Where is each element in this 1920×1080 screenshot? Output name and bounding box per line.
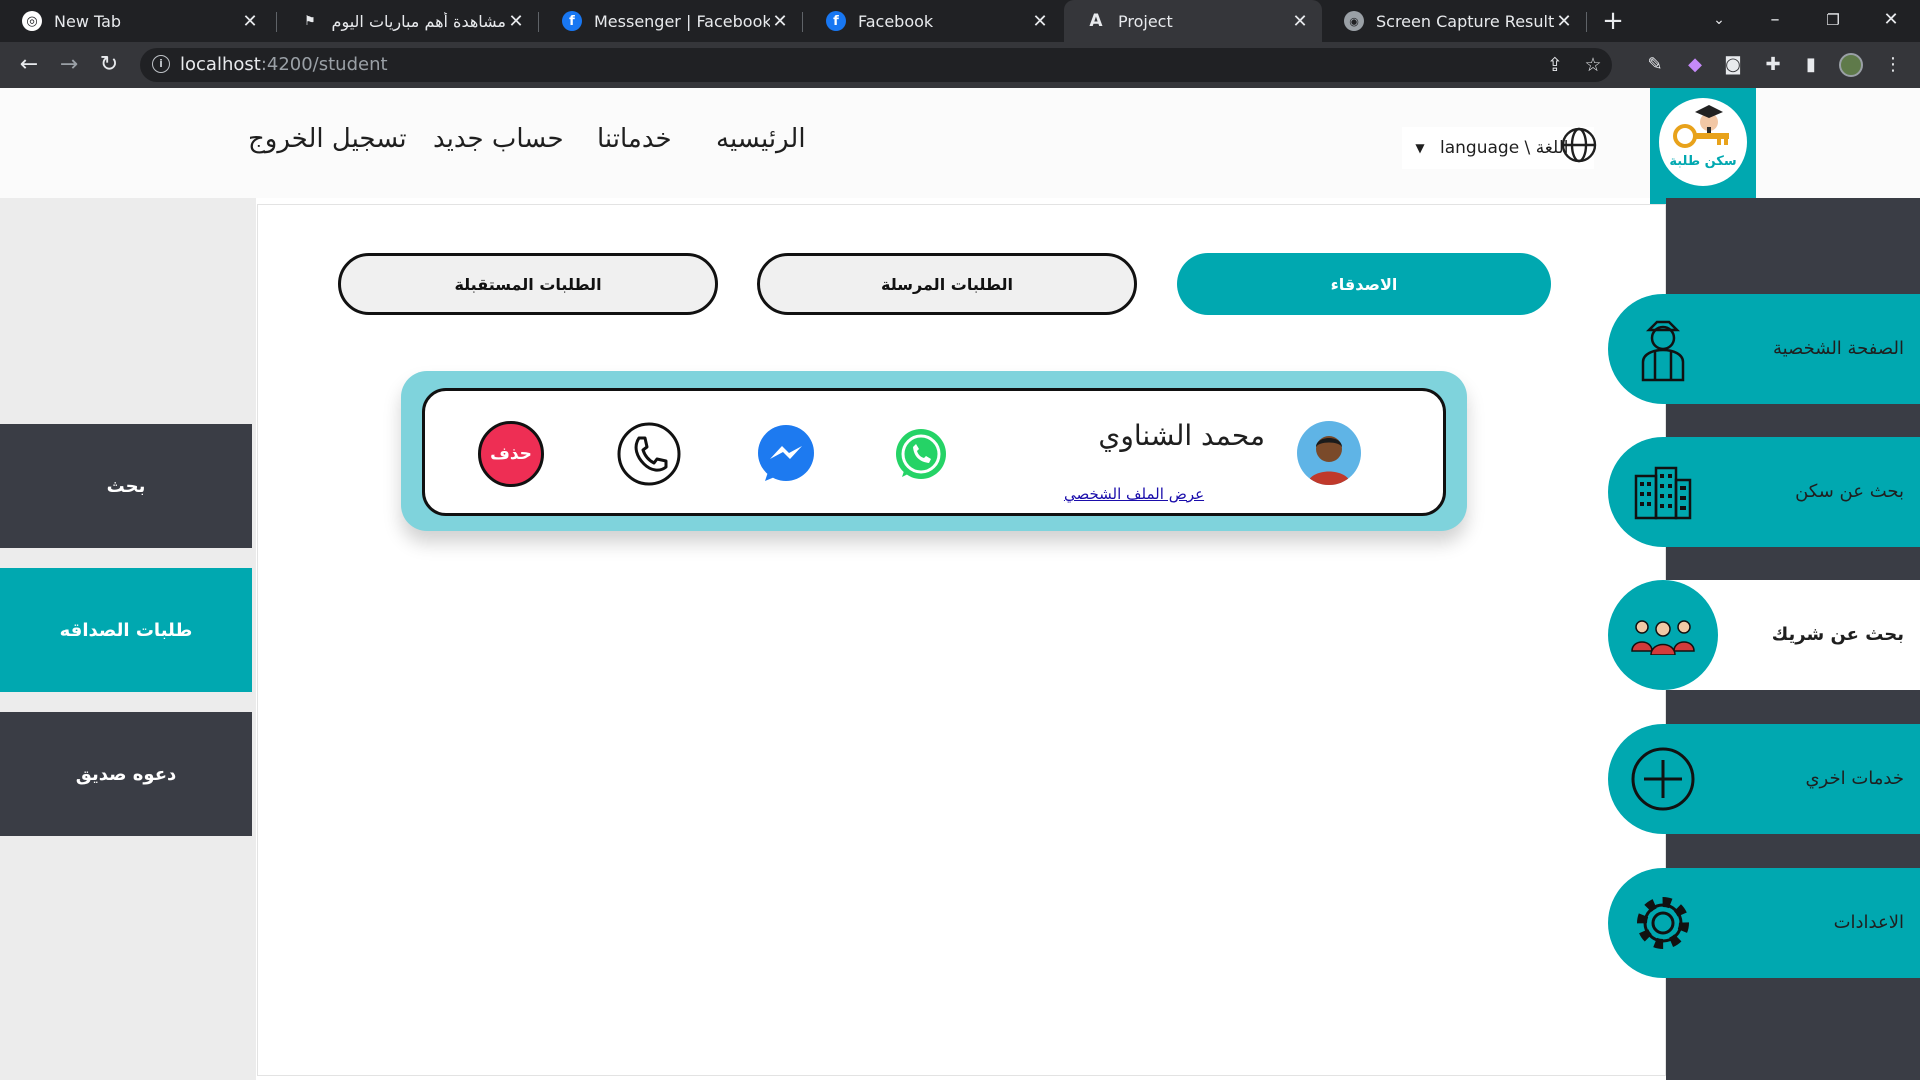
restore-icon[interactable]: ❐ xyxy=(1804,0,1862,40)
messenger-icon[interactable] xyxy=(753,421,819,487)
camera-extension-icon[interactable]: ◙ xyxy=(1718,50,1748,80)
tab-project[interactable]: A Project ✕ xyxy=(1064,0,1322,42)
angular-icon: A xyxy=(1089,11,1103,31)
close-icon[interactable]: ✕ xyxy=(1290,11,1310,32)
plus-circle-icon xyxy=(1631,747,1695,811)
facebook-icon: f xyxy=(562,11,582,31)
nav-home-link[interactable]: الرئيسيه xyxy=(716,124,806,154)
close-icon[interactable]: ✕ xyxy=(240,11,260,32)
forward-icon[interactable]: → xyxy=(54,50,84,80)
close-icon[interactable]: ✕ xyxy=(770,11,790,32)
user-avatar-icon xyxy=(1297,421,1361,485)
right-menu-profile[interactable]: الصفحة الشخصية xyxy=(1608,294,1920,404)
site-logo: سكن طلبة xyxy=(1659,98,1747,186)
tab-search-icon[interactable]: ⌄ xyxy=(1690,0,1748,40)
site-info-icon[interactable]: i xyxy=(152,55,170,73)
gear-icon xyxy=(1637,897,1689,949)
phone-icon[interactable] xyxy=(616,421,682,487)
friend-name: محمد الشناوي xyxy=(1098,419,1265,452)
page: الرئيسيه خدماتنا حساب جديد تسجيل الخروج … xyxy=(0,88,1920,1080)
tab-facebook[interactable]: f Facebook ✕ xyxy=(804,0,1062,42)
right-menu-housing-search[interactable]: بحث عن سكن xyxy=(1608,437,1920,547)
bookmark-star-icon[interactable]: ☆ xyxy=(1578,50,1608,80)
camera-icon: ◉ xyxy=(1344,11,1364,31)
sports-site-icon: ⚑ xyxy=(304,13,316,29)
facebook-icon: f xyxy=(826,11,846,31)
delete-friend-button[interactable]: حذف xyxy=(478,421,544,487)
site-header: الرئيسيه خدماتنا حساب جديد تسجيل الخروج … xyxy=(0,88,1920,225)
address-bar[interactable]: i localhost:4200/student ⇪ ☆ xyxy=(140,48,1612,82)
menu-kebab-icon[interactable]: ⋮ xyxy=(1878,50,1908,80)
share-icon[interactable]: ⇪ xyxy=(1540,50,1570,80)
tab-sent-requests[interactable]: الطلبات المرسلة xyxy=(757,253,1137,315)
browser-tab-bar: ◎ New Tab ✕ ⚑ مشاهدة أهم مباريات اليوم |… xyxy=(0,0,1920,42)
graduate-key-logo-icon xyxy=(1673,105,1729,148)
reload-icon[interactable]: ↻ xyxy=(94,50,124,80)
close-icon[interactable]: ✕ xyxy=(1554,11,1574,32)
tab-separator xyxy=(802,12,803,32)
tab-messenger[interactable]: f Messenger | Facebook ✕ xyxy=(540,0,802,42)
profile-avatar-icon[interactable] xyxy=(1836,50,1866,80)
tab-separator xyxy=(276,12,277,32)
right-menu-other-services[interactable]: خدمات اخري xyxy=(1608,724,1920,834)
chrome-icon: ◎ xyxy=(22,11,42,31)
building-icon xyxy=(1634,466,1692,520)
tab-screen-capture[interactable]: ◉ Screen Capture Result ✕ xyxy=(1322,0,1586,42)
tab-friends[interactable]: الاصدقاء xyxy=(1177,253,1551,315)
close-icon[interactable]: ✕ xyxy=(506,11,526,32)
tab-sports[interactable]: ⚑ مشاهدة أهم مباريات اليوم | أ ✕ xyxy=(278,0,538,42)
color-extension-icon[interactable]: ◆ xyxy=(1680,50,1710,80)
friend-card-inner: محمد الشناوي عرض الملف الشخصي حذف xyxy=(422,388,1446,516)
close-window-icon[interactable]: ✕ xyxy=(1862,0,1920,40)
close-icon[interactable]: ✕ xyxy=(1030,11,1050,32)
left-menu-friend-requests[interactable]: طلبات الصداقه xyxy=(0,568,252,692)
view-profile-link[interactable]: عرض الملف الشخصي xyxy=(1025,485,1243,503)
tab-new-tab[interactable]: ◎ New Tab ✕ xyxy=(0,0,272,42)
nav-logout-link[interactable]: تسجيل الخروج xyxy=(248,124,407,154)
browser-toolbar: ← → ↻ i localhost:4200/student ⇪ ☆ ✎ ◆ ◙… xyxy=(0,42,1920,88)
avatar[interactable] xyxy=(1297,421,1361,485)
tab-received-requests[interactable]: الطلبات المستقبلة xyxy=(338,253,718,315)
right-menu-settings[interactable]: الاعدادات xyxy=(1608,868,1920,978)
back-icon[interactable]: ← xyxy=(14,50,44,80)
minimize-icon[interactable]: – xyxy=(1746,0,1804,40)
left-menu-search[interactable]: بحث xyxy=(0,424,252,548)
nav-services-link[interactable]: خدماتنا xyxy=(597,124,672,154)
new-tab-button[interactable]: + xyxy=(1598,6,1628,36)
globe-icon xyxy=(1561,127,1597,163)
chevron-down-icon: ▼ xyxy=(1415,141,1425,155)
whatsapp-icon[interactable] xyxy=(888,421,954,487)
side-panel-icon[interactable]: ▮ xyxy=(1796,50,1826,80)
tab-separator xyxy=(538,12,539,32)
main-content: الاصدقاء الطلبات المرسلة الطلبات المستقب… xyxy=(257,204,1666,1076)
left-menu-invite-friend[interactable]: دعوه صديق xyxy=(0,712,252,836)
right-menu-partner-search[interactable]: بحث عن شريك xyxy=(1608,580,1920,690)
nav-register-link[interactable]: حساب جديد xyxy=(433,124,564,154)
student-icon xyxy=(1641,320,1685,382)
group-icon xyxy=(1631,620,1695,655)
friend-card: محمد الشناوي عرض الملف الشخصي حذف xyxy=(401,371,1467,531)
left-menu: بحث طلبات الصداقه دعوه صديق xyxy=(0,198,256,1080)
puzzle-extensions-icon[interactable]: ✚ xyxy=(1758,50,1788,80)
tab-separator xyxy=(1586,12,1587,32)
pen-extension-icon[interactable]: ✎ xyxy=(1640,50,1670,80)
url-text[interactable]: localhost:4200/student xyxy=(180,48,388,82)
